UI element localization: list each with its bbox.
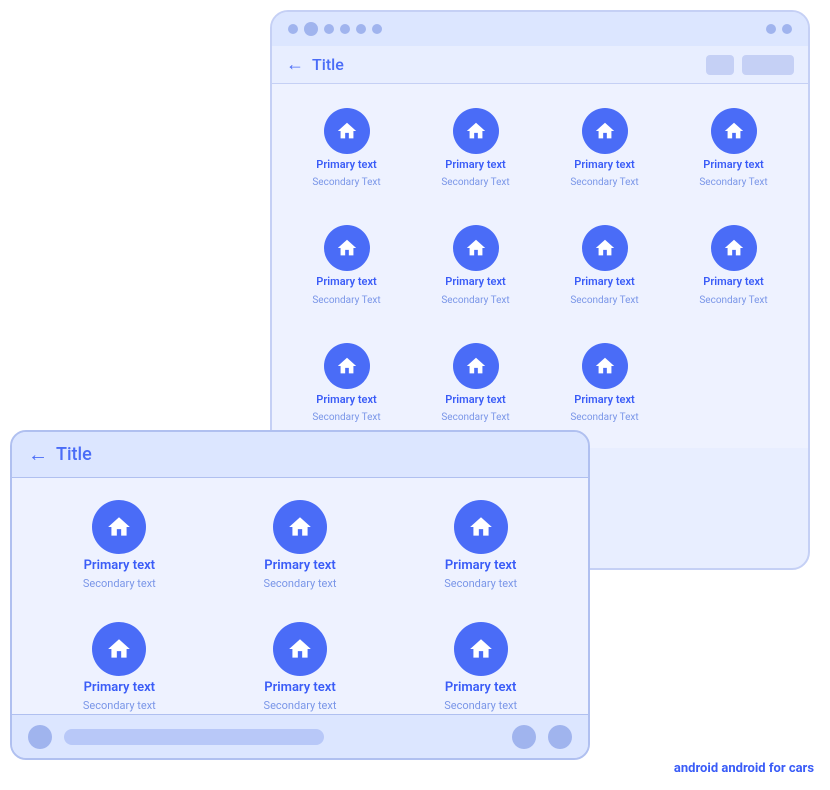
tablet-home-icon-1-1: [92, 500, 146, 554]
home-icon-circle-1-3: [582, 108, 628, 154]
phone-grid-item-2-2[interactable]: Primary text Secondary Text: [413, 217, 538, 314]
secondary-text-3-3: Secondary Text: [570, 411, 638, 424]
bottom-dot-2: [512, 725, 536, 749]
tablet-secondary-2-2: Secondary text: [264, 699, 337, 712]
home-icon-circle-1-2: [453, 108, 499, 154]
tablet-title: Title: [56, 444, 572, 465]
tablet-grid-item-1-2[interactable]: Primary text Secondary text: [213, 492, 388, 598]
phone-grid-item-2-3[interactable]: Primary text Secondary Text: [542, 217, 667, 314]
phone-grid-item-1-2[interactable]: Primary text Secondary Text: [413, 100, 538, 197]
tablet-secondary-1-2: Secondary text: [264, 577, 337, 590]
phone-grid-item-3-1[interactable]: Primary text Secondary Text: [284, 335, 409, 432]
status-dot-r2: [782, 24, 792, 34]
tablet-frame: ← Title Primary text Secondary text Prim…: [10, 430, 590, 760]
primary-text-2-4: Primary text: [703, 275, 763, 289]
phone-grid-row-2: Primary text Secondary Text Primary text…: [272, 213, 808, 330]
tablet-grid-item-2-1[interactable]: Primary text Secondary text: [32, 614, 207, 720]
tablet-back-arrow[interactable]: ←: [28, 442, 48, 467]
secondary-text-1-3: Secondary Text: [570, 176, 638, 189]
primary-text-1-2: Primary text: [445, 158, 505, 172]
status-dot-2: [304, 22, 318, 36]
tablet-grid-item-1-3[interactable]: Primary text Secondary text: [393, 492, 568, 598]
primary-text-1-1: Primary text: [316, 158, 376, 172]
phone-top-bar: ← Title: [272, 46, 808, 84]
home-icon-circle-3-3: [582, 343, 628, 389]
secondary-text-2-2: Secondary Text: [441, 294, 509, 307]
primary-text-2-1: Primary text: [316, 275, 376, 289]
secondary-text-1-4: Secondary Text: [699, 176, 767, 189]
secondary-text-3-2: Secondary Text: [441, 411, 509, 424]
primary-text-1-4: Primary text: [703, 158, 763, 172]
phone-status-bar: [272, 12, 808, 46]
phone-action-btn-2[interactable]: [742, 55, 794, 75]
phone-grid-item-1-3[interactable]: Primary text Secondary Text: [542, 100, 667, 197]
bottom-pill: [64, 729, 324, 745]
status-dot-1: [288, 24, 298, 34]
tablet-top-bar: ← Title: [12, 432, 588, 478]
primary-text-3-1: Primary text: [316, 393, 376, 407]
home-icon-circle-2-2: [453, 225, 499, 271]
tablet-primary-2-2: Primary text: [264, 680, 335, 695]
tablet-primary-2-1: Primary text: [84, 680, 155, 695]
tablet-secondary-1-3: Secondary text: [444, 577, 517, 590]
secondary-text-1-1: Secondary Text: [312, 176, 380, 189]
home-icon-circle-1-1: [324, 108, 370, 154]
tablet-primary-1-1: Primary text: [84, 558, 155, 573]
home-icon-circle-2-4: [711, 225, 757, 271]
brand-android: android: [674, 761, 718, 776]
secondary-text-2-1: Secondary Text: [312, 294, 380, 307]
phone-grid-item-1-1[interactable]: Primary text Secondary Text: [284, 100, 409, 197]
home-icon-circle-1-4: [711, 108, 757, 154]
tablet-secondary-1-1: Secondary text: [83, 577, 156, 590]
tablet-grid-row-1: Primary text Secondary text Primary text…: [12, 478, 588, 612]
phone-back-arrow[interactable]: ←: [286, 54, 304, 75]
tablet-secondary-2-3: Secondary text: [444, 699, 517, 712]
primary-text-1-3: Primary text: [574, 158, 634, 172]
status-dot-6: [372, 24, 382, 34]
phone-grid-item-3-2[interactable]: Primary text Secondary Text: [413, 335, 538, 432]
secondary-text-2-3: Secondary Text: [570, 294, 638, 307]
phone-grid-item-2-1[interactable]: Primary text Secondary Text: [284, 217, 409, 314]
tablet-grid-item-2-2[interactable]: Primary text Secondary text: [213, 614, 388, 720]
primary-text-3-2: Primary text: [445, 393, 505, 407]
status-dot-3: [324, 24, 334, 34]
home-icon-circle-3-2: [453, 343, 499, 389]
phone-grid-item-3-3[interactable]: Primary text Secondary Text: [542, 335, 667, 432]
tablet-home-icon-2-1: [92, 622, 146, 676]
status-dot-r1: [766, 24, 776, 34]
home-icon-circle-3-1: [324, 343, 370, 389]
tablet-primary-2-3: Primary text: [445, 680, 516, 695]
tablet-home-icon-1-3: [454, 500, 508, 554]
primary-text-3-3: Primary text: [574, 393, 634, 407]
tablet-home-icon-2-2: [273, 622, 327, 676]
phone-action-btn-1[interactable]: [706, 55, 734, 75]
secondary-text-2-4: Secondary Text: [699, 294, 767, 307]
home-icon-circle-2-3: [582, 225, 628, 271]
home-icon-circle-2-1: [324, 225, 370, 271]
tablet-grid-item-1-1[interactable]: Primary text Secondary text: [32, 492, 207, 598]
tablet-home-icon-2-3: [454, 622, 508, 676]
bottom-dot-3: [548, 725, 572, 749]
tablet-bottom-bar: [12, 714, 588, 758]
phone-grid-item-2-4[interactable]: Primary text Secondary Text: [671, 217, 796, 314]
bottom-dot-1: [28, 725, 52, 749]
primary-text-2-2: Primary text: [445, 275, 505, 289]
secondary-text-3-1: Secondary Text: [312, 411, 380, 424]
tablet-home-icon-1-2: [273, 500, 327, 554]
tablet-grid-item-2-3[interactable]: Primary text Secondary text: [393, 614, 568, 720]
tablet-primary-1-3: Primary text: [445, 558, 516, 573]
tablet-secondary-2-1: Secondary text: [83, 699, 156, 712]
secondary-text-1-2: Secondary Text: [441, 176, 509, 189]
status-dot-5: [356, 24, 366, 34]
phone-title: Title: [312, 55, 698, 74]
brand-for-cars: android for cars: [721, 761, 814, 776]
status-dot-4: [340, 24, 350, 34]
phone-grid-item-1-4[interactable]: Primary text Secondary Text: [671, 100, 796, 197]
phone-grid-row-1: Primary text Secondary Text Primary text…: [272, 84, 808, 213]
primary-text-2-3: Primary text: [574, 275, 634, 289]
brand-label: android android for cars: [674, 761, 814, 776]
tablet-primary-1-2: Primary text: [264, 558, 335, 573]
